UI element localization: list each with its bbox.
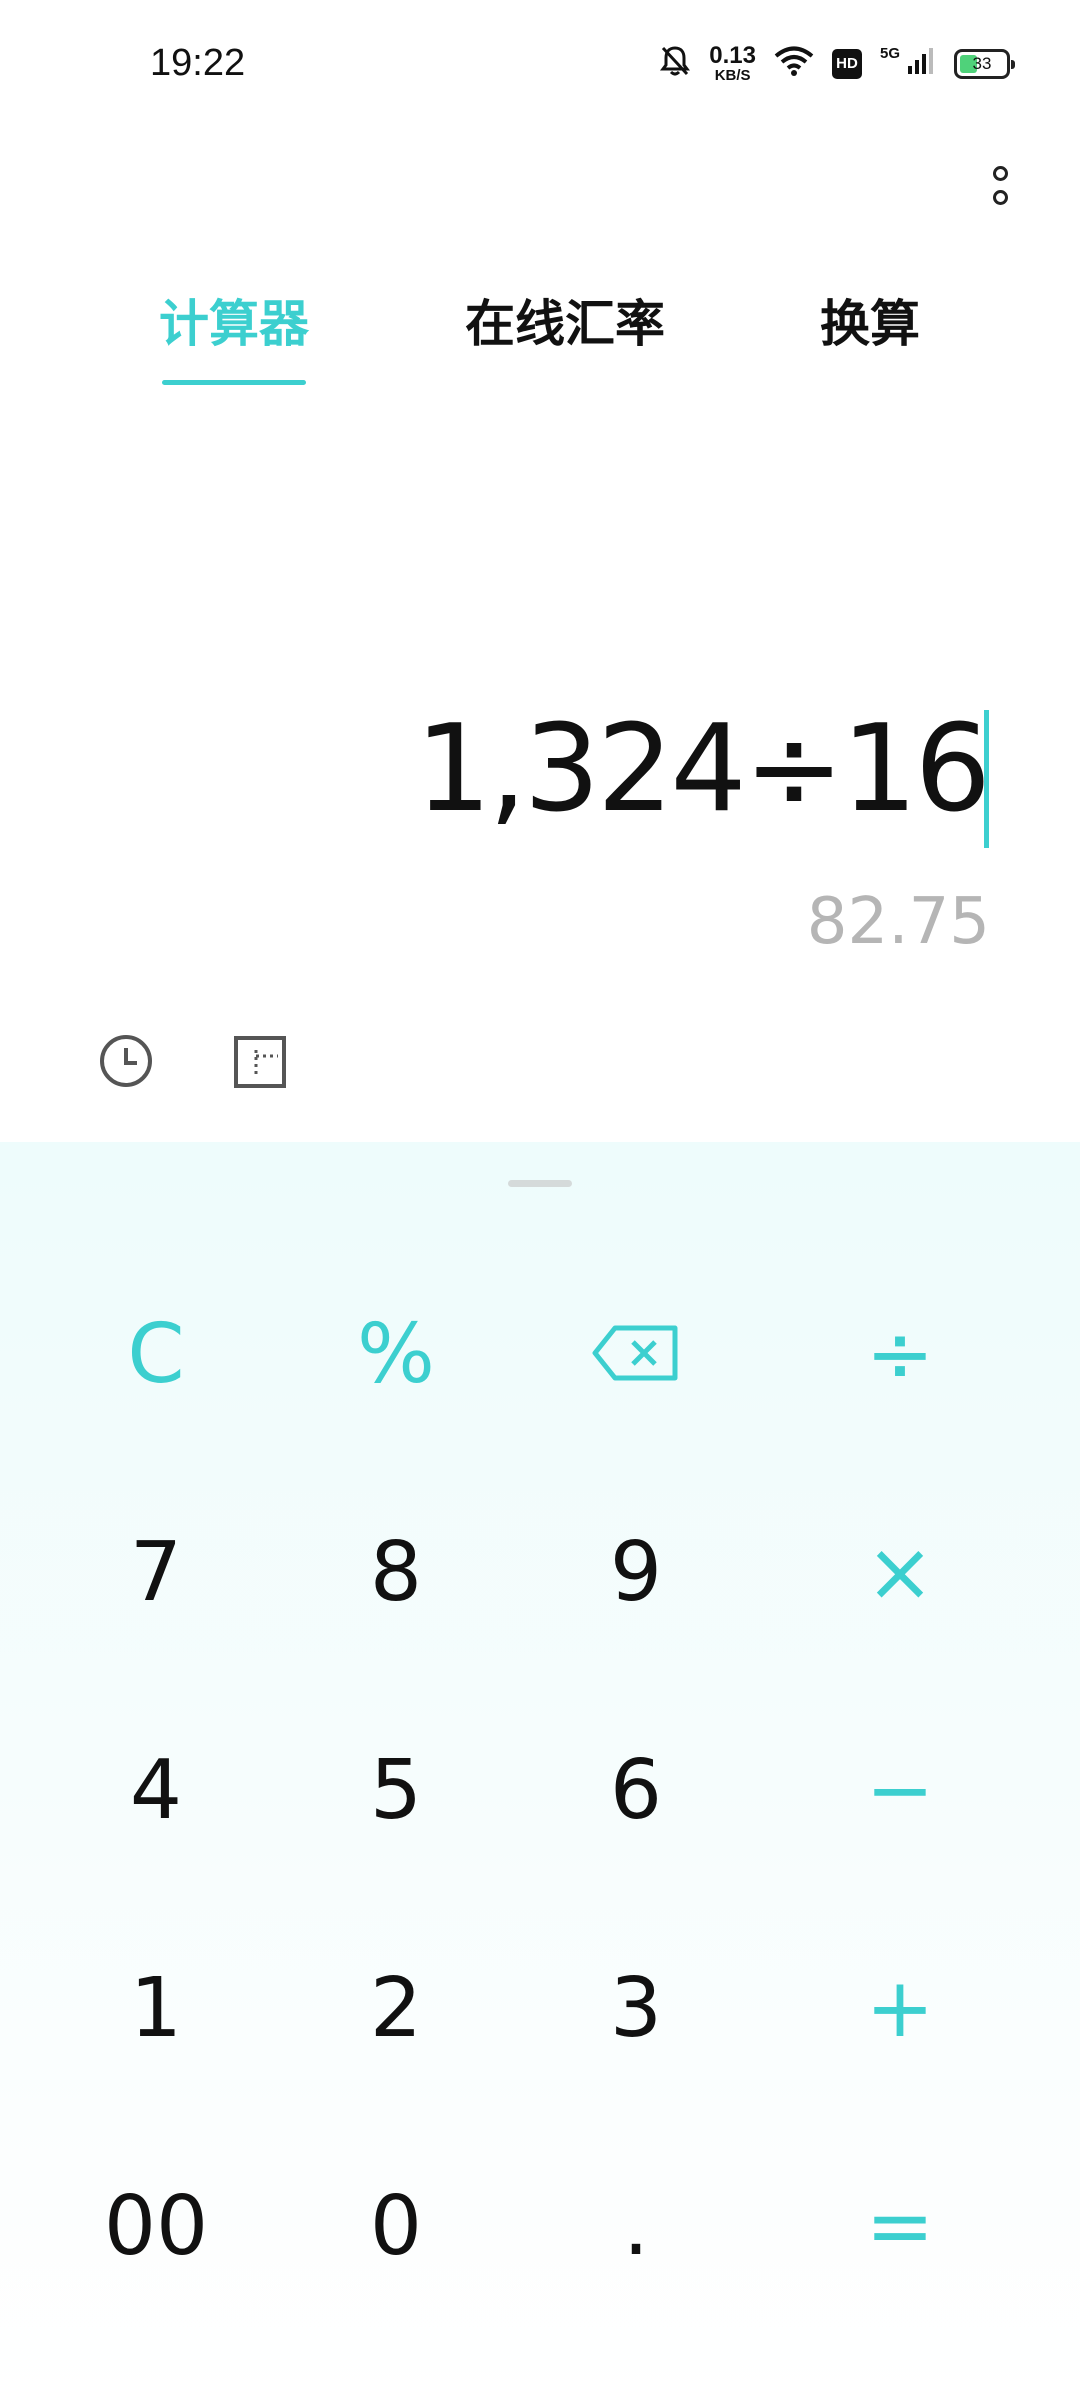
multiply-button[interactable]: ×	[780, 1472, 1020, 1672]
signal-icon	[906, 46, 936, 81]
more-dot-icon	[992, 189, 1008, 205]
network-speed-value: 0.13	[709, 42, 756, 69]
keypad: C % ÷ 7 8 9 × 4 5 6 − 1 2 3 + 00 0 . =	[0, 1142, 1080, 2400]
expression-display[interactable]: 1,324÷16	[415, 700, 991, 839]
backspace-icon	[591, 1307, 681, 1402]
text-cursor	[984, 710, 989, 848]
wifi-icon	[774, 45, 814, 82]
digit-4-button[interactable]: 4	[36, 1690, 276, 1890]
battery-level: 33	[972, 53, 992, 73]
digit-2-button[interactable]: 2	[276, 1908, 516, 2108]
battery-icon: 33	[954, 48, 1015, 79]
scientific-mode-icon[interactable]	[232, 1034, 288, 1090]
active-tab-indicator	[162, 380, 306, 385]
percent-button[interactable]: %	[276, 1254, 516, 1454]
history-clock-icon[interactable]	[98, 1033, 154, 1089]
digit-7-button[interactable]: 7	[36, 1472, 276, 1672]
divide-button[interactable]: ÷	[780, 1254, 1020, 1454]
tab-exchange-rate[interactable]: 在线汇率	[440, 280, 690, 360]
backspace-button[interactable]	[516, 1254, 756, 1454]
status-icons: 0.13 KB/S HD 5G 33	[659, 42, 1015, 84]
more-options-button[interactable]	[980, 155, 1020, 215]
hd-badge: HD	[831, 48, 862, 79]
double-zero-button[interactable]: 00	[36, 2126, 276, 2326]
network-speed-unit: KB/S	[714, 67, 751, 84]
network-speed: 0.13 KB/S	[709, 42, 756, 84]
equals-button[interactable]: =	[780, 2126, 1020, 2326]
bell-off-icon	[659, 44, 691, 83]
status-bar: 19:22 0.13 KB/S HD 5G 33	[0, 0, 1080, 130]
tab-calculator[interactable]: 计算器	[134, 280, 334, 360]
digit-1-button[interactable]: 1	[36, 1908, 276, 2108]
digit-5-button[interactable]: 5	[276, 1690, 516, 1890]
network-type: 5G	[879, 45, 900, 62]
keypad-drag-handle[interactable]	[508, 1180, 572, 1187]
mode-tabs: 计算器 在线汇率 换算	[0, 280, 1080, 390]
digit-0-button[interactable]: 0	[276, 2126, 516, 2326]
digit-8-button[interactable]: 8	[276, 1472, 516, 1672]
minus-button[interactable]: −	[780, 1690, 1020, 1890]
digit-3-button[interactable]: 3	[516, 1908, 756, 2108]
digit-6-button[interactable]: 6	[516, 1690, 756, 1890]
digit-9-button[interactable]: 9	[516, 1472, 756, 1672]
plus-button[interactable]: +	[780, 1908, 1020, 2108]
status-time: 19:22	[150, 42, 246, 84]
more-dot-icon	[992, 165, 1008, 181]
clear-button[interactable]: C	[36, 1254, 276, 1454]
decimal-point-button[interactable]: .	[516, 2126, 756, 2326]
result-preview: 82.75	[806, 885, 990, 959]
tab-conversion[interactable]: 换算	[790, 280, 950, 360]
